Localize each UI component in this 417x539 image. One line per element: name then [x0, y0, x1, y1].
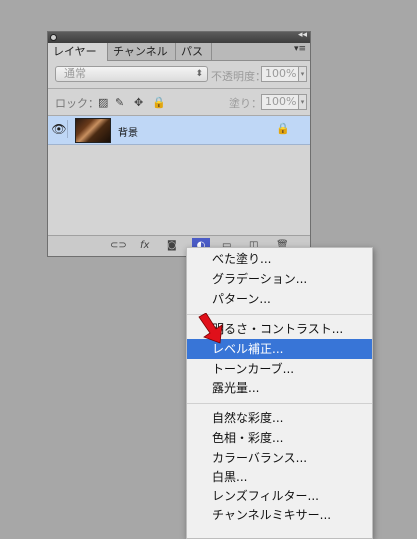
menu-item-channel-mixer[interactable]: チャンネルミキサー...	[187, 505, 372, 525]
lock-label: ロック：	[55, 97, 99, 110]
blend-mode-select[interactable]: 通常 ⬍	[55, 66, 208, 82]
opacity-label: 不透明度：	[211, 70, 266, 83]
menu-item-vibrance[interactable]: 自然な彩度...	[187, 408, 372, 428]
tab-layers[interactable]: レイヤー	[48, 43, 108, 61]
layer-name: 背景	[118, 128, 138, 139]
menu-item-hue-saturation[interactable]: 色相・彩度...	[187, 428, 372, 448]
panel-titlebar: ◂◂	[48, 30, 310, 43]
menu-item-black-white[interactable]: 白黒...	[187, 467, 372, 487]
fx-icon[interactable]: fx	[140, 239, 149, 252]
divider	[48, 88, 310, 89]
fill-label: 塗り：	[229, 97, 262, 110]
opacity-field[interactable]: 100%	[261, 66, 299, 82]
pointer-arrow-icon	[198, 313, 223, 344]
menu-divider	[187, 403, 372, 404]
blend-row: 通常 ⬍ 不透明度： 100% ▾	[48, 61, 310, 87]
fill-dropdown-icon[interactable]: ▾	[298, 94, 307, 110]
lock-brush-icon[interactable]: ✎	[115, 96, 124, 109]
layer-row[interactable]: 👁 背景 🔒	[48, 116, 310, 145]
menu-item-pattern[interactable]: パターン...	[187, 289, 372, 309]
menu-item-exposure[interactable]: 露光量...	[187, 378, 372, 398]
blend-mode-value: 通常	[64, 67, 86, 80]
eye-icon[interactable]: 👁	[51, 120, 68, 138]
mask-icon[interactable]: ◙	[167, 239, 177, 252]
tab-channels[interactable]: チャンネル	[108, 43, 176, 60]
menu-item-gradient[interactable]: グラデーション...	[187, 269, 372, 289]
chevron-updown-icon: ⬍	[195, 69, 203, 79]
close-icon[interactable]	[50, 34, 57, 41]
collapse-icon[interactable]: ◂◂	[298, 30, 307, 40]
menu-item-solid-color[interactable]: べた塗り...	[187, 249, 372, 269]
panel-tabs: レイヤー チャンネル パス ▾≡	[48, 43, 310, 61]
menu-item-curves[interactable]: トーンカーブ...	[187, 359, 372, 379]
tab-paths[interactable]: パス	[176, 43, 212, 60]
layer-list: 👁 背景 🔒	[48, 116, 310, 236]
fill-field[interactable]: 100%	[261, 94, 299, 110]
adjustment-menu: べた塗り... グラデーション... パターン... 明るさ・コントラスト...…	[186, 247, 373, 539]
lock-move-icon[interactable]: ✥	[134, 96, 143, 109]
lock-transparent-icon[interactable]: ▨	[98, 96, 108, 109]
layers-panel: ◂◂ レイヤー チャンネル パス ▾≡ 通常 ⬍ 不透明度： 100% ▾ ロッ…	[47, 30, 311, 257]
menu-item-color-balance[interactable]: カラーバランス...	[187, 448, 372, 468]
layer-thumbnail	[75, 118, 111, 143]
lock-row: ロック： ▨ ✎ ✥ 🔒 塗り： 100% ▾	[48, 90, 310, 114]
menu-item-lens-filter[interactable]: レンズフィルター...	[187, 486, 372, 506]
lock-icon: 🔒	[276, 122, 290, 135]
lock-all-icon[interactable]: 🔒	[152, 96, 166, 109]
panel-menu-icon[interactable]: ▾≡	[294, 44, 306, 54]
link-icon[interactable]: ⊂⊃	[110, 239, 127, 252]
opacity-dropdown-icon[interactable]: ▾	[298, 66, 307, 82]
